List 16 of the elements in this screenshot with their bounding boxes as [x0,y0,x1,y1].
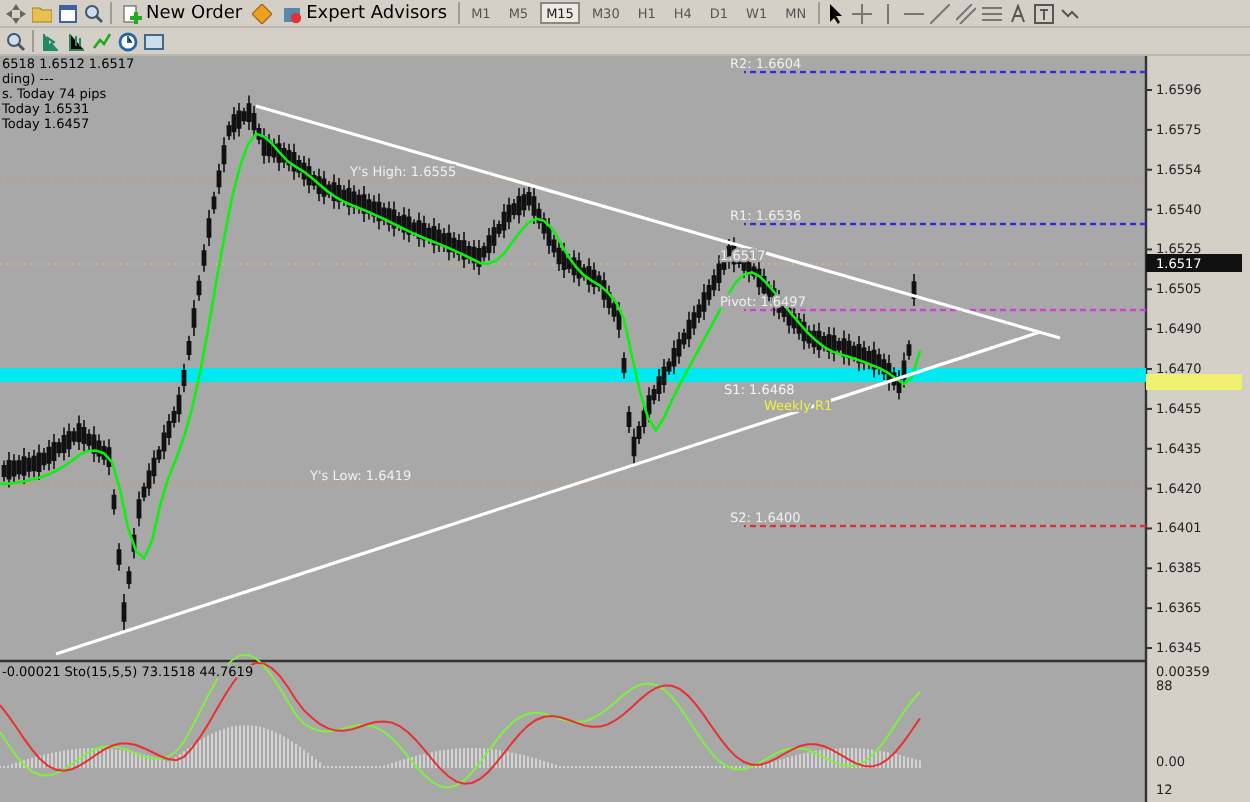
zoom-icon[interactable] [84,3,104,23]
document-plus-icon [122,3,142,23]
cursor-icon[interactable] [826,3,847,23]
clock-icon[interactable] [118,31,138,51]
zoom-out-icon[interactable] [6,31,26,51]
expert-advisors-button[interactable]: Expert Advisors [278,1,452,25]
text-tool-icon[interactable] [1008,3,1029,23]
window-icon[interactable] [58,3,78,23]
current-price-badge [1146,254,1242,272]
label-tool-icon[interactable] [1034,3,1055,23]
move-icon[interactable] [6,3,26,23]
new-order-button[interactable]: New Order [118,1,247,25]
trendline-icon[interactable] [930,3,951,23]
diamond-icon[interactable] [252,3,273,23]
channel-icon[interactable] [956,3,977,23]
level-badge [1146,374,1242,390]
